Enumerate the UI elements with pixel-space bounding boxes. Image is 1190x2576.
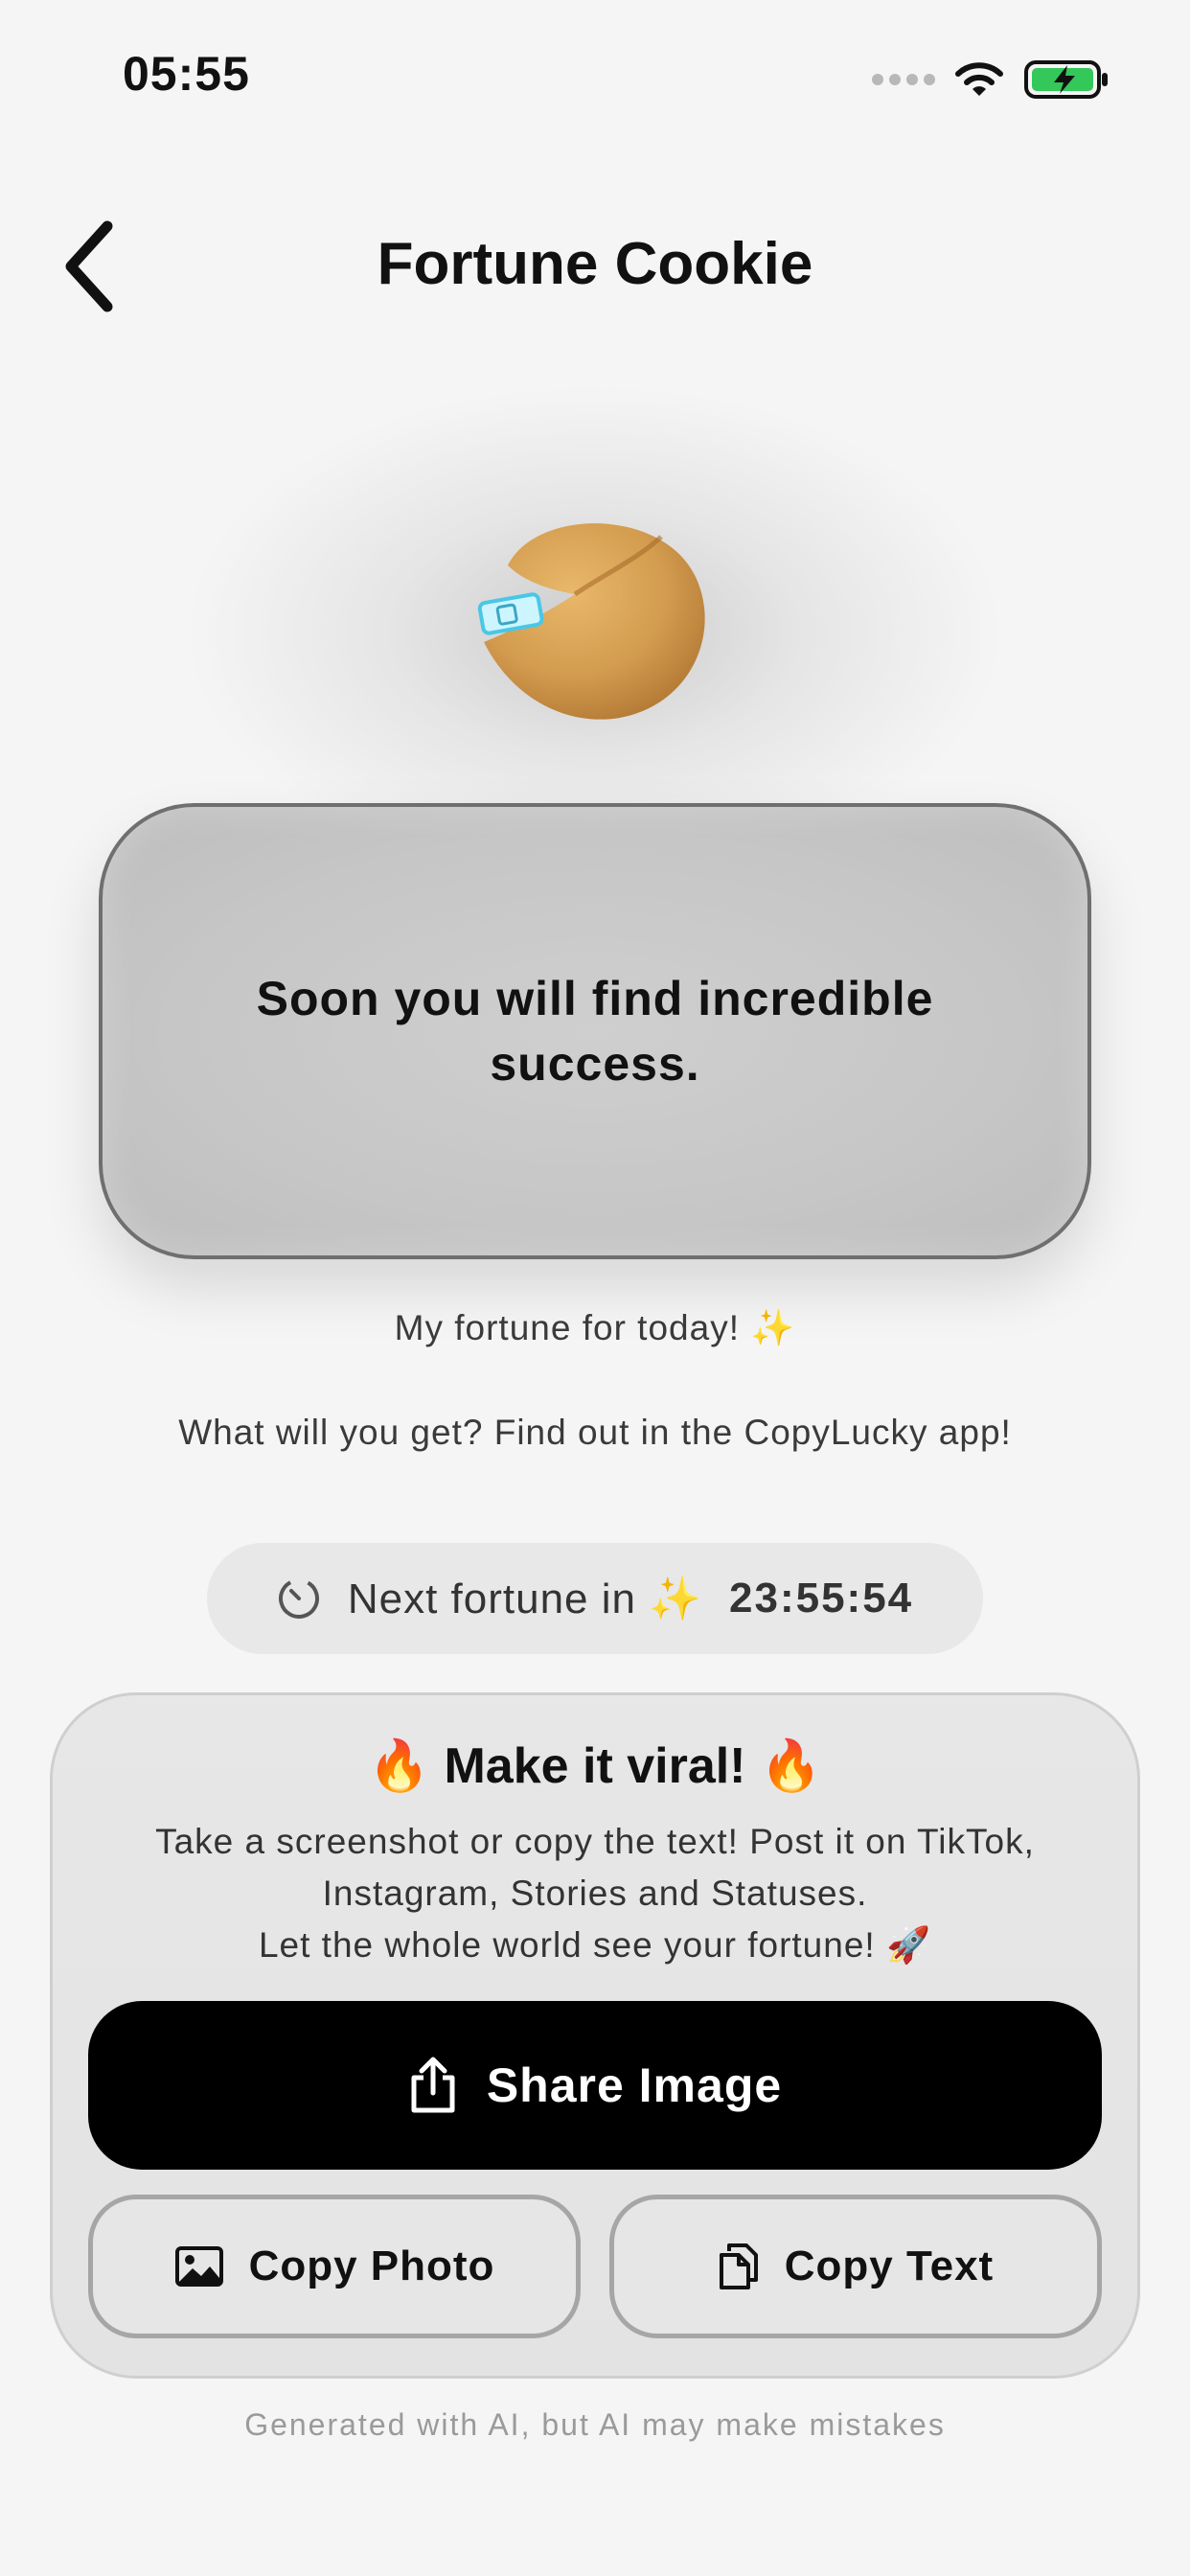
caption-app-promo: What will you get? Find out in the CopyL… (178, 1413, 1012, 1452)
timer-value: 23:55:54 (729, 1575, 914, 1622)
viral-text-line1: Take a screenshot or copy the text! Post… (155, 1822, 1035, 1861)
viral-title: 🔥 Make it viral! 🔥 (368, 1738, 822, 1794)
fortune-text: Soon you will find incredible success. (256, 972, 934, 1091)
cellular-signal-icon (872, 74, 935, 85)
status-time: 05:55 (123, 47, 250, 101)
photo-icon (174, 2246, 223, 2287)
battery-charging-icon (1024, 60, 1108, 99)
caption-today: My fortune for today! ✨ (394, 1308, 796, 1347)
share-image-label: Share Image (486, 2058, 783, 2112)
copy-text-button[interactable]: Copy Text (609, 2195, 1102, 2338)
copy-text-label: Copy Text (784, 2242, 995, 2289)
copy-photo-label: Copy Photo (248, 2242, 495, 2289)
page-title: Fortune Cookie (377, 231, 813, 297)
copy-document-icon (719, 2243, 758, 2289)
wifi-icon (955, 62, 1003, 96)
fortune-card: Soon you will find incredible success. (99, 803, 1091, 1259)
share-icon (411, 2057, 455, 2113)
share-image-button[interactable]: Share Image (88, 2001, 1102, 2170)
timer-label: Next fortune in ✨ (347, 1576, 703, 1622)
viral-text-line3: Let the whole world see your fortune! 🚀 (258, 1925, 932, 1965)
fortune-cookie-image (477, 523, 705, 720)
timer-icon (278, 1578, 319, 1619)
next-fortune-timer: Next fortune in ✨ 23:55:54 (207, 1543, 983, 1654)
status-icons (872, 59, 1110, 100)
viral-text-line2: Instagram, Stories and Statuses. (322, 1874, 868, 1913)
copy-photo-button[interactable]: Copy Photo (88, 2195, 581, 2338)
ai-disclaimer: Generated with AI, but AI may make mista… (244, 2407, 946, 2442)
